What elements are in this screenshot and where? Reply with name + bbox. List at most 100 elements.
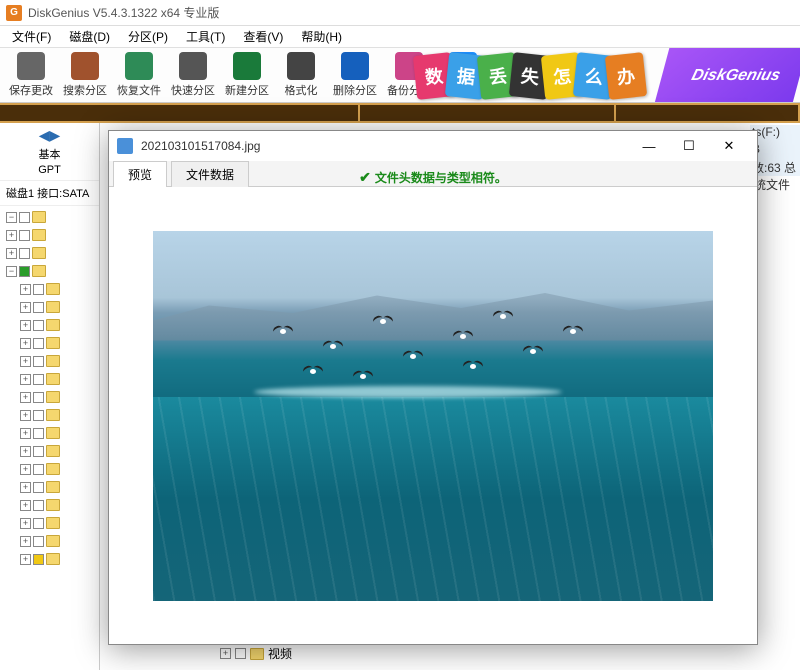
tree-row[interactable]: + [2, 532, 97, 550]
expand-icon[interactable]: + [20, 446, 31, 457]
tool-label: 搜索分区 [63, 82, 107, 98]
tool-label: 删除分区 [333, 82, 377, 98]
tree-row[interactable]: + [2, 370, 97, 388]
tree-row[interactable]: − [2, 208, 97, 226]
toolbar-button[interactable]: 快速分区 [166, 50, 220, 100]
tree-row[interactable]: + [2, 388, 97, 406]
tree-folder-video[interactable]: + 视频 [220, 645, 292, 662]
preview-image [153, 231, 713, 601]
tree-row[interactable]: + [2, 442, 97, 460]
toolbar-button[interactable]: 格式化 [274, 50, 328, 100]
expand-icon[interactable]: + [20, 428, 31, 439]
tree-row[interactable]: + [2, 280, 97, 298]
tree-row[interactable]: + [2, 244, 97, 262]
minimize-button[interactable]: — [629, 132, 669, 160]
disk-segment[interactable] [616, 105, 800, 121]
toolbar-button[interactable]: 删除分区 [328, 50, 382, 100]
checkbox-icon[interactable] [33, 482, 44, 493]
expand-icon[interactable]: + [20, 500, 31, 511]
expand-icon[interactable]: + [20, 338, 31, 349]
expand-icon[interactable]: + [220, 648, 231, 659]
toolbar-button[interactable]: 保存更改 [4, 50, 58, 100]
expand-icon[interactable]: + [20, 464, 31, 475]
toolbar-button[interactable]: 新建分区 [220, 50, 274, 100]
preview-titlebar[interactable]: 202103101517084.jpg — ☐ ✕ [109, 131, 757, 161]
tab-file-data[interactable]: 文件数据 [171, 161, 249, 187]
tree-row[interactable]: + [2, 226, 97, 244]
tree-row[interactable]: + [2, 334, 97, 352]
checkbox-icon[interactable] [235, 648, 246, 659]
expand-icon[interactable]: + [20, 302, 31, 313]
checkbox-icon[interactable] [33, 392, 44, 403]
preview-window: 202103101517084.jpg — ☐ ✕ 预览 文件数据 文件头数据与… [108, 130, 758, 645]
checkbox-icon[interactable] [33, 302, 44, 313]
folder-label: 视频 [268, 645, 292, 662]
disk-map[interactable] [0, 103, 800, 123]
expand-icon[interactable]: + [20, 482, 31, 493]
menu-item[interactable]: 查看(V) [235, 26, 291, 47]
tool-icon [125, 52, 153, 80]
nav-arrows-icon[interactable]: ◀▶ [4, 127, 95, 144]
tree-row[interactable]: + [2, 478, 97, 496]
expand-icon[interactable]: − [6, 266, 17, 277]
tree-view[interactable]: −++−++++++++++++++++ [0, 206, 99, 570]
title-bar: G DiskGenius V5.4.3.1322 x64 专业版 [0, 0, 800, 26]
menu-item[interactable]: 分区(P) [120, 26, 176, 47]
disk-segment[interactable] [0, 105, 360, 121]
checkbox-icon[interactable] [33, 554, 44, 565]
file-strip-row[interactable]: 统文件 [752, 176, 800, 193]
expand-icon[interactable]: + [20, 284, 31, 295]
expand-icon[interactable]: + [20, 320, 31, 331]
checkbox-icon[interactable] [19, 230, 30, 241]
expand-icon[interactable]: + [20, 536, 31, 547]
menu-item[interactable]: 文件(F) [4, 26, 59, 47]
preview-filename: 202103101517084.jpg [141, 139, 621, 153]
expand-icon[interactable]: + [20, 356, 31, 367]
disk-segment[interactable] [360, 105, 616, 121]
menu-item[interactable]: 帮助(H) [293, 26, 350, 47]
checkbox-icon[interactable] [33, 428, 44, 439]
tree-row[interactable]: + [2, 460, 97, 478]
checkbox-icon[interactable] [33, 320, 44, 331]
toolbar-button[interactable]: 恢复文件 [112, 50, 166, 100]
toolbar: 保存更改搜索分区恢复文件快速分区新建分区格式化删除分区备份分区系统迁移 数据丢失… [0, 48, 800, 103]
tree-row[interactable]: + [2, 406, 97, 424]
tree-row[interactable]: + [2, 424, 97, 442]
tree-row[interactable]: + [2, 352, 97, 370]
checkbox-icon[interactable] [33, 338, 44, 349]
expand-icon[interactable]: + [20, 410, 31, 421]
checkbox-icon[interactable] [33, 374, 44, 385]
close-button[interactable]: ✕ [709, 132, 749, 160]
checkbox-icon[interactable] [33, 536, 44, 547]
checkbox-icon[interactable] [33, 500, 44, 511]
tree-row[interactable]: + [2, 298, 97, 316]
checkbox-icon[interactable] [33, 464, 44, 475]
expand-icon[interactable]: + [20, 518, 31, 529]
tool-icon [71, 52, 99, 80]
tree-row[interactable]: − [2, 262, 97, 280]
expand-icon[interactable]: + [6, 248, 17, 259]
maximize-button[interactable]: ☐ [669, 132, 709, 160]
checkbox-icon[interactable] [19, 248, 30, 259]
checkbox-icon[interactable] [33, 446, 44, 457]
tree-row[interactable]: + [2, 514, 97, 532]
tab-preview[interactable]: 预览 [113, 161, 167, 187]
folder-icon [32, 247, 46, 259]
expand-icon[interactable]: − [6, 212, 17, 223]
checkbox-icon[interactable] [33, 356, 44, 367]
tree-row[interactable]: + [2, 316, 97, 334]
checkbox-icon[interactable] [33, 284, 44, 295]
expand-icon[interactable]: + [20, 374, 31, 385]
menu-item[interactable]: 磁盘(D) [61, 26, 118, 47]
tree-row[interactable]: + [2, 496, 97, 514]
checkbox-icon[interactable] [33, 518, 44, 529]
expand-icon[interactable]: + [6, 230, 17, 241]
expand-icon[interactable]: + [20, 554, 31, 565]
tree-row[interactable]: + [2, 550, 97, 568]
menu-item[interactable]: 工具(T) [178, 26, 233, 47]
checkbox-icon[interactable] [33, 410, 44, 421]
toolbar-button[interactable]: 搜索分区 [58, 50, 112, 100]
checkbox-icon[interactable] [19, 212, 30, 223]
expand-icon[interactable]: + [20, 392, 31, 403]
checkbox-icon[interactable] [19, 266, 30, 277]
